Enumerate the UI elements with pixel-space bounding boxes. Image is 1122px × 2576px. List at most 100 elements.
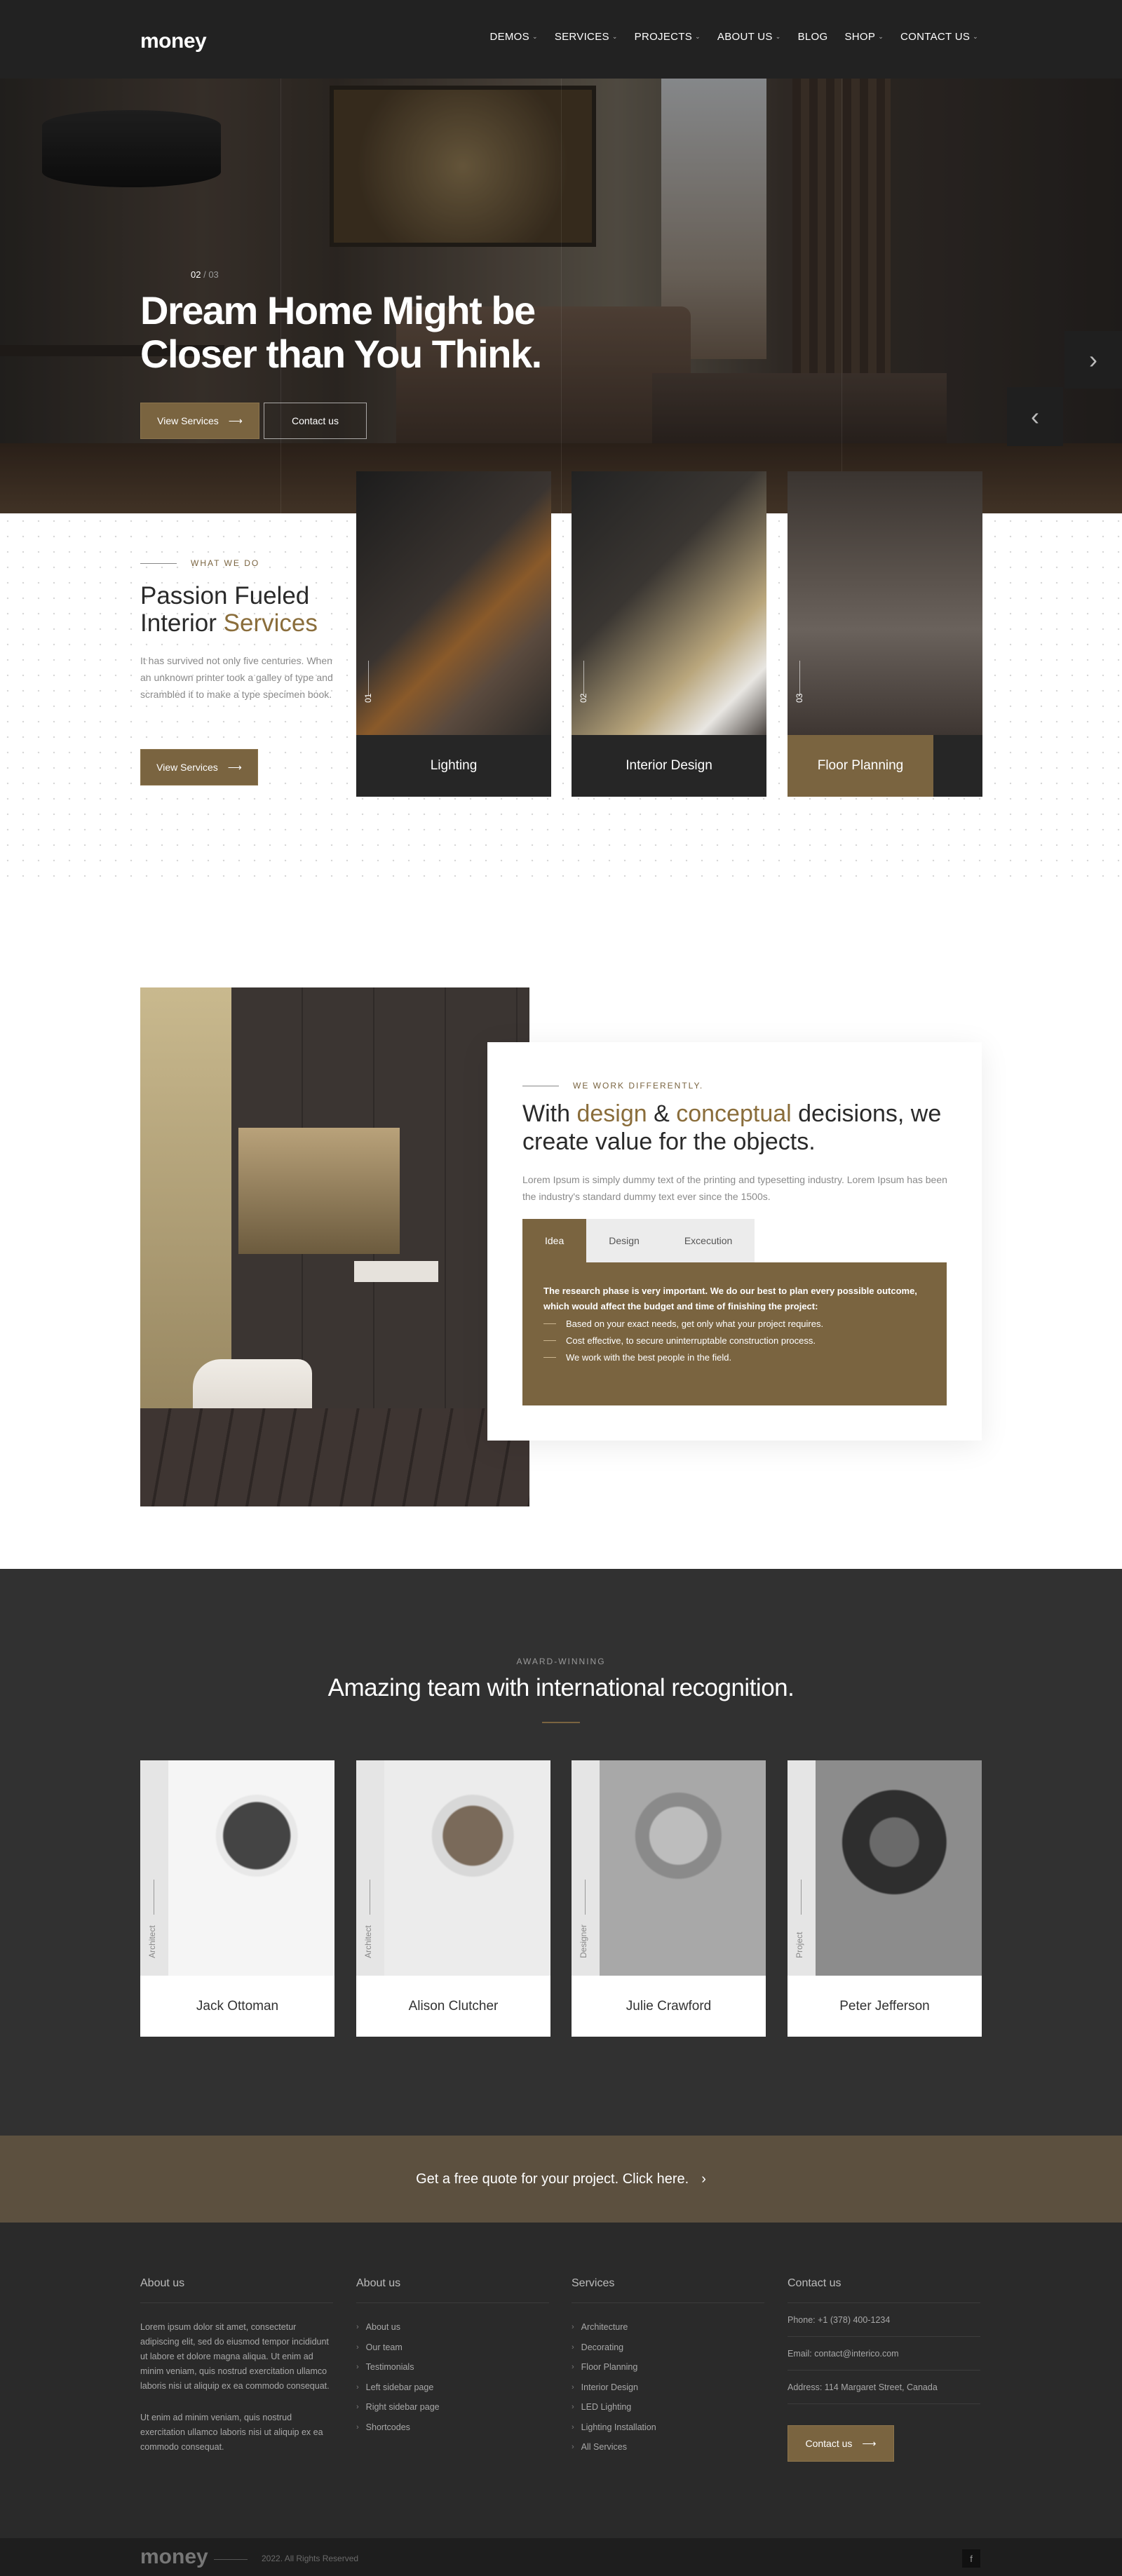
- team-member-card[interactable]: Architect Alison Clutcher: [356, 1760, 550, 2037]
- footer-link-list: › Architecture › Decorating › Floor Plannin…: [572, 2317, 764, 2457]
- footer-link[interactable]: › Shortcodes: [356, 2417, 549, 2438]
- service-image: [356, 471, 551, 735]
- footer-heading: About us: [356, 2277, 549, 2303]
- link-label: About us: [365, 2322, 401, 2333]
- footer-link[interactable]: › Architecture: [572, 2317, 764, 2338]
- hero-title: Dream Home Might be Closer than You Thin…: [140, 288, 542, 376]
- image-niche: [238, 1128, 400, 1254]
- hero-slider: 02 / 03 Dream Home Might be Closer than …: [0, 79, 1122, 513]
- team-member-card[interactable]: Designer Julie Crawford: [572, 1760, 766, 2037]
- view-services-button[interactable]: View Services ⟶: [140, 749, 258, 785]
- service-card-lighting[interactable]: 01 Lighting: [356, 471, 551, 797]
- member-role: Architect: [147, 1925, 157, 1958]
- contact-us-button[interactable]: Contact us ⟶: [788, 2425, 894, 2462]
- title-highlight: design: [576, 1100, 647, 1127]
- arrow-right-icon: ⟶: [862, 2437, 877, 2449]
- list-item-text: Cost effective, to secure uninterruptabl…: [566, 1335, 816, 1346]
- chevron-down-icon: ⌄: [611, 33, 618, 40]
- footer-link[interactable]: › All Services: [572, 2437, 764, 2457]
- chevron-right-icon: ›: [356, 2363, 359, 2372]
- link-label: Our team: [365, 2342, 403, 2352]
- nav-item-contact-us[interactable]: CONTACT US ⌄: [900, 31, 978, 43]
- number-line: [799, 661, 800, 696]
- section-label: WE WORK DIFFERENTLY.: [573, 1081, 704, 1091]
- service-card-interior-design[interactable]: 02 Interior Design: [572, 471, 766, 797]
- chevron-down-icon: ⌄: [775, 33, 781, 40]
- footer-link[interactable]: › Lighting Installation: [572, 2417, 764, 2438]
- nav-item-demos[interactable]: DEMOS ⌄: [489, 31, 537, 43]
- member-photo: [572, 1760, 766, 1976]
- slide-counter: 02 / 03: [191, 269, 219, 280]
- facebook-icon[interactable]: f: [962, 2549, 980, 2568]
- list-item-text: We work with the best people in the fiel…: [566, 1351, 732, 1363]
- footer-link[interactable]: › LED Lighting: [572, 2397, 764, 2417]
- team-section: AWARD-WINNING Amazing team with internat…: [0, 1569, 1122, 2136]
- card-caption: Interior Design: [626, 758, 712, 773]
- nav-label: CONTACT US: [900, 31, 971, 43]
- link-label: Shortcodes: [365, 2422, 410, 2432]
- contact-us-button[interactable]: Contact us: [264, 403, 367, 439]
- tab-bar: Idea Design Excecution: [522, 1219, 755, 1262]
- team-member-card[interactable]: Project Peter Jefferson: [788, 1760, 982, 2037]
- list-item-text: Based on your exact needs, get only what…: [566, 1318, 824, 1329]
- link-label: Left sidebar page: [365, 2382, 434, 2392]
- chevron-right-icon[interactable]: ›: [1064, 331, 1122, 389]
- footer-heading: About us: [140, 2277, 333, 2303]
- chevron-left-icon[interactable]: ‹: [1007, 387, 1063, 446]
- link-label: Right sidebar page: [365, 2402, 440, 2413]
- button-label: Contact us: [805, 2438, 853, 2449]
- role-line: [801, 1880, 802, 1915]
- footer-link[interactable]: › Our team: [356, 2338, 549, 2358]
- free-quote-banner[interactable]: Get a free quote for your project. Click…: [0, 2136, 1122, 2223]
- service-card-floor-planning[interactable]: 03 Floor Planning: [788, 471, 982, 797]
- member-photo: [140, 1760, 334, 1976]
- nav-item-shop[interactable]: SHOP ⌄: [844, 31, 884, 43]
- footer-link[interactable]: › Decorating: [572, 2338, 764, 2358]
- nav-item-blog[interactable]: BLOG: [798, 31, 828, 43]
- service-image: [788, 471, 982, 735]
- chevron-down-icon: ⌄: [532, 33, 538, 40]
- title-part: &: [647, 1100, 677, 1127]
- card-number: 03: [795, 693, 804, 703]
- nav-item-about-us[interactable]: ABOUT US ⌄: [717, 31, 781, 43]
- view-services-button[interactable]: View Services ⟶: [140, 403, 259, 439]
- work-differently-panel: WE WORK DIFFERENTLY. With design & conce…: [487, 1042, 982, 1441]
- tab-excecution[interactable]: Excecution: [661, 1219, 755, 1262]
- member-photo: [356, 1760, 550, 1976]
- footer-link[interactable]: › Left sidebar page: [356, 2378, 549, 2398]
- title-highlight: Services: [223, 609, 318, 637]
- logo-line: [214, 2559, 248, 2560]
- section-label: WHAT WE DO: [191, 558, 260, 568]
- member-role: Architect: [363, 1925, 373, 1958]
- footer-link[interactable]: › Interior Design: [572, 2378, 764, 2398]
- copyright: 2022. All Rights Reserved: [262, 2554, 359, 2563]
- footer-logo[interactable]: money: [140, 2545, 208, 2569]
- number-line: [583, 661, 584, 696]
- section-title: Amazing team with international recognit…: [327, 1674, 795, 1701]
- site-logo[interactable]: money: [140, 29, 207, 53]
- chevron-right-icon: ›: [572, 2323, 574, 2332]
- button-label: View Services: [156, 762, 218, 773]
- image-sink: [354, 1261, 438, 1282]
- footer-link[interactable]: › About us: [356, 2317, 549, 2338]
- list-item: We work with the best people in the fiel…: [543, 1349, 926, 1365]
- chevron-down-icon: ⌄: [878, 33, 884, 40]
- nav-label: BLOG: [797, 31, 828, 43]
- number-line: [368, 661, 369, 696]
- contact-email[interactable]: Email: contact@interico.com: [788, 2337, 980, 2371]
- arrow-right-icon: ⟶: [227, 761, 242, 773]
- team-member-card[interactable]: Architect Jack Ottoman: [140, 1760, 334, 2037]
- tab-design[interactable]: Design: [586, 1219, 662, 1262]
- link-label: Architecture: [581, 2322, 628, 2333]
- member-role: Project: [795, 1931, 804, 1958]
- tab-idea[interactable]: Idea: [522, 1219, 587, 1262]
- chevron-right-icon: ›: [572, 2443, 574, 2452]
- chevron-right-icon: ›: [572, 2422, 574, 2432]
- arrow-right-icon: ⟶: [228, 414, 243, 426]
- footer-link[interactable]: › Floor Planning: [572, 2357, 764, 2378]
- nav-item-services[interactable]: SERVICES ⌄: [555, 31, 618, 43]
- footer-link[interactable]: › Testimonials: [356, 2357, 549, 2378]
- link-label: Interior Design: [581, 2382, 638, 2392]
- footer-link[interactable]: › Right sidebar page: [356, 2397, 549, 2417]
- nav-item-projects[interactable]: PROJECTS ⌄: [635, 31, 701, 43]
